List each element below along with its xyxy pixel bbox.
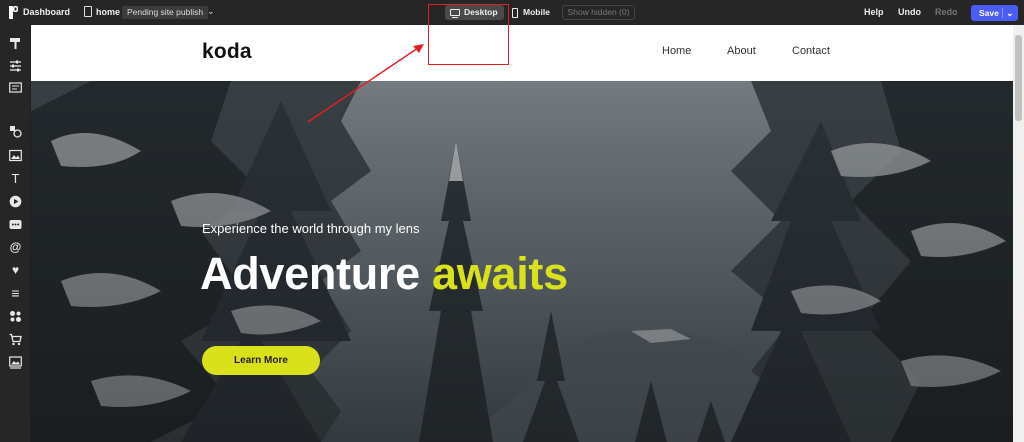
learn-more-button[interactable]: Learn More — [202, 346, 320, 375]
at-sign-icon[interactable]: @ — [9, 241, 22, 254]
redo-button[interactable]: Redo — [935, 7, 958, 17]
comment-icon[interactable] — [9, 218, 22, 231]
image-icon[interactable] — [9, 149, 22, 162]
save-button[interactable]: Save ⌄ — [971, 5, 1018, 21]
paint-roller-icon[interactable] — [9, 37, 22, 50]
play-icon[interactable] — [9, 195, 22, 208]
site-brand-logo[interactable]: koda — [202, 40, 252, 64]
hero-headline-main: Adventure — [200, 248, 420, 299]
nav-link-contact[interactable]: Contact — [792, 45, 830, 57]
dashboard-logo-icon[interactable] — [8, 6, 20, 19]
show-hidden-button[interactable]: Show hidden (0) — [562, 5, 635, 20]
save-divider — [1002, 8, 1003, 18]
hero-headline-accent: awaits — [432, 248, 568, 299]
publish-status-badge: Pending site publish — [122, 6, 209, 19]
apps-icon[interactable] — [9, 310, 22, 323]
nav-link-about[interactable]: About — [727, 45, 756, 57]
page-name[interactable]: home — [96, 7, 120, 17]
save-label: Save — [979, 8, 999, 18]
cart-icon[interactable] — [9, 333, 22, 346]
save-options-chevron-icon[interactable]: ⌄ — [1006, 5, 1014, 21]
heart-icon[interactable]: ♥ — [9, 264, 22, 277]
layout-icon[interactable] — [9, 81, 22, 94]
page-icon — [84, 6, 92, 17]
site-header: koda Home About Contact — [31, 25, 1013, 81]
mobile-phone-icon — [512, 8, 518, 18]
site-canvas: koda Home About Contact Experience the w… — [31, 25, 1013, 442]
canvas-scrollbar-thumb[interactable] — [1015, 35, 1022, 121]
text-icon[interactable]: T — [9, 172, 22, 185]
help-button[interactable]: Help — [864, 7, 884, 17]
sliders-icon[interactable] — [9, 59, 22, 72]
device-mobile-label: Mobile — [523, 7, 550, 17]
tool-sidebar: T @ ♥ ≡ — [0, 25, 30, 442]
dashboard-link[interactable]: Dashboard — [23, 7, 70, 17]
hero-tagline: Experience the world through my lens — [202, 221, 420, 236]
undo-button[interactable]: Undo — [898, 7, 921, 17]
list-icon[interactable]: ≡ — [9, 286, 22, 300]
page-menu-chevron-icon[interactable]: ⌄ — [207, 6, 215, 17]
editor-toolbar: Dashboard home Pending site publish ⌄ De… — [0, 0, 1024, 25]
gallery-icon[interactable] — [9, 356, 22, 369]
hero-section: Experience the world through my lens Adv… — [31, 81, 1013, 442]
annotation-highlight-box — [428, 4, 509, 65]
device-mobile-button[interactable]: Mobile — [510, 5, 555, 20]
shapes-icon[interactable] — [9, 125, 22, 138]
nav-link-home[interactable]: Home — [662, 45, 691, 57]
hero-headline: Adventure awaits — [200, 248, 568, 300]
